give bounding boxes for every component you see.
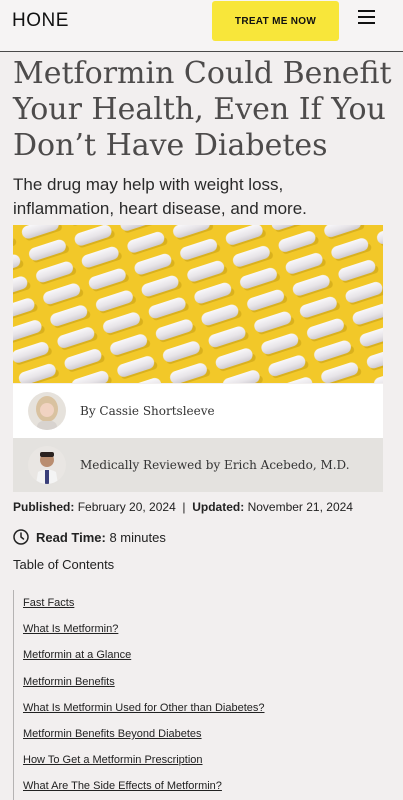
author-byline[interactable]: By Cassie Shortsleeve <box>80 404 215 418</box>
toc-link-side-effects[interactable]: What Are The Side Effects of Metformin? <box>23 773 394 799</box>
hero-image <box>13 225 383 383</box>
pills-illustration <box>13 225 383 383</box>
read-time: Read Time: 8 minutes <box>13 529 166 545</box>
author-avatar[interactable] <box>28 392 66 430</box>
toc-link-benefits-beyond[interactable]: Metformin Benefits Beyond Diabetes <box>23 721 394 747</box>
article-title: Metformin Could Benefit Your Health, Eve… <box>13 56 392 163</box>
site-logo[interactable]: HONE <box>12 10 69 32</box>
toc-link-what-is-metformin[interactable]: What Is Metformin? <box>23 616 394 642</box>
site-header: HONE TREAT ME NOW <box>0 0 403 52</box>
author-row: By Cassie Shortsleeve <box>13 384 383 438</box>
published-date: February 20, 2024 <box>77 500 176 514</box>
updated-label: Updated: <box>192 500 245 514</box>
author-photo <box>28 392 66 430</box>
author-card: By Cassie Shortsleeve Medically Reviewed… <box>13 384 383 492</box>
table-of-contents: Fast Facts What Is Metformin? Metformin … <box>13 590 394 800</box>
article-subtitle: The drug may help with weight loss, infl… <box>13 175 307 218</box>
reviewer-avatar[interactable] <box>28 446 66 484</box>
reviewer-photo <box>28 446 66 484</box>
reviewer-byline[interactable]: Medically Reviewed by Erich Acebedo, M.D… <box>80 458 350 472</box>
toc-title: Table of Contents <box>13 557 115 572</box>
toc-link-benefits[interactable]: Metformin Benefits <box>23 669 394 695</box>
reviewer-row: Medically Reviewed by Erich Acebedo, M.D… <box>13 438 383 492</box>
updated-date: November 21, 2024 <box>247 500 353 514</box>
toc-link-fast-facts[interactable]: Fast Facts <box>23 590 394 616</box>
treat-me-now-button[interactable]: TREAT ME NOW <box>212 1 339 41</box>
meta-separator: | <box>182 500 186 514</box>
toc-link-at-a-glance[interactable]: Metformin at a Glance <box>23 642 394 668</box>
published-label: Published: <box>13 500 75 514</box>
read-time-value: 8 minutes <box>109 529 166 545</box>
publish-meta: Published: February 20, 2024 | Updated: … <box>13 500 353 514</box>
toc-link-other-uses[interactable]: What Is Metformin Used for Other than Di… <box>23 695 394 721</box>
read-time-label: Read Time: <box>36 529 106 545</box>
toc-link-prescription[interactable]: How To Get a Metformin Prescription <box>23 747 394 773</box>
clock-icon <box>13 529 29 545</box>
hamburger-menu-icon[interactable] <box>358 10 375 24</box>
